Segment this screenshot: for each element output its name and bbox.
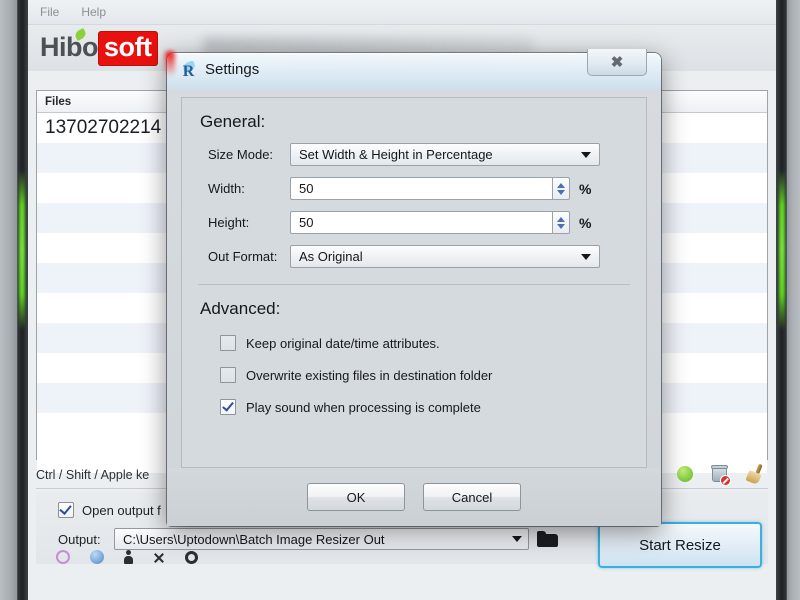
overwrite-label: Overwrite existing files in destination …	[246, 367, 493, 383]
logo-text-soft: soft	[99, 31, 157, 65]
app-r-icon-letter: R	[182, 62, 195, 80]
file-toolbar	[677, 460, 766, 488]
window-glow-left	[19, 170, 25, 330]
logo-text-hibo: Hibo	[40, 31, 99, 62]
open-output-checkbox[interactable]	[58, 502, 74, 518]
menu-item-file[interactable]: File	[40, 3, 71, 21]
width-input[interactable]: 50	[290, 177, 552, 200]
width-unit: %	[579, 180, 592, 197]
circle-blue-icon[interactable]	[90, 550, 104, 564]
height-input[interactable]: 50	[290, 211, 552, 234]
height-label: Height:	[208, 215, 250, 230]
desktop-left-edge	[0, 0, 18, 600]
desktop-right-edge	[786, 0, 800, 600]
start-resize-button[interactable]: Start Resize	[598, 522, 762, 568]
out-format-value: As Original	[299, 249, 363, 264]
settings-panel: General: Size Mode: Set Width & Height i…	[181, 97, 647, 468]
height-spinner[interactable]	[552, 211, 570, 234]
out-format-label: Out Format:	[208, 249, 278, 264]
add-green-icon[interactable]	[677, 466, 693, 482]
width-spinner[interactable]	[552, 177, 570, 200]
menu-item-help[interactable]: Help	[81, 3, 118, 21]
spinner-up-icon[interactable]	[557, 216, 565, 222]
out-format-row: Out Format: As Original	[208, 245, 646, 268]
width-label: Width:	[208, 181, 245, 196]
advanced-option-keep-dates[interactable]: Keep original date/time attributes.	[220, 335, 646, 351]
overwrite-checkbox[interactable]	[220, 367, 236, 383]
width-stepper[interactable]: 50	[290, 177, 570, 200]
screen: File Help Hibo soft Files 13702702214 Ct…	[0, 0, 800, 600]
play-sound-checkbox[interactable]	[220, 399, 236, 415]
advanced-heading: Advanced:	[200, 299, 281, 318]
size-mode-row: Size Mode: Set Width & Height in Percent…	[208, 143, 646, 166]
window-glow-right	[779, 170, 785, 330]
settings-dialog: R Settings ✖ General: Size Mode: Set Wid…	[165, 49, 661, 526]
spinner-down-icon[interactable]	[557, 223, 565, 229]
ok-button[interactable]: OK	[307, 483, 405, 511]
size-mode-select[interactable]: Set Width & Height in Percentage	[290, 143, 600, 166]
chevron-down-icon	[512, 536, 522, 542]
close-x-icon[interactable]	[153, 552, 165, 564]
person-icon[interactable]	[124, 550, 133, 564]
cancel-button[interactable]: Cancel	[423, 483, 521, 511]
section-divider	[198, 284, 630, 285]
deny-badge-icon	[720, 475, 731, 486]
settings-dialog-body: General: Size Mode: Set Width & Height i…	[167, 89, 661, 526]
size-mode-label: Size Mode:	[208, 147, 274, 162]
close-icon[interactable]: ✖	[587, 49, 647, 76]
menu-bar: File Help	[28, 0, 776, 25]
advanced-option-overwrite[interactable]: Overwrite existing files in destination …	[220, 367, 646, 383]
open-output-label: Open output f	[82, 502, 161, 518]
height-row: Height: 50 %	[208, 211, 646, 234]
width-row: Width: 50 %	[208, 177, 646, 200]
height-unit: %	[579, 214, 592, 231]
chevron-down-icon	[581, 253, 591, 260]
status-icon-row	[56, 540, 198, 564]
app-logo: Hibo soft	[40, 27, 157, 65]
general-heading: General:	[200, 112, 266, 131]
app-r-icon: R	[179, 62, 198, 81]
settings-dialog-footer: OK Cancel	[167, 468, 661, 526]
folder-icon[interactable]	[537, 530, 559, 548]
spinner-up-icon[interactable]	[557, 182, 565, 188]
keep-dates-checkbox[interactable]	[220, 335, 236, 351]
settings-dialog-title: Settings	[205, 61, 260, 78]
column-header-files: Files	[45, 95, 72, 108]
chevron-down-icon	[581, 151, 591, 158]
out-format-select[interactable]: As Original	[290, 245, 600, 268]
titlebar-red-accent	[165, 51, 175, 77]
play-sound-label: Play sound when processing is complete	[246, 399, 481, 415]
circle-outline-icon[interactable]	[56, 550, 70, 564]
height-stepper[interactable]: 50	[290, 211, 570, 234]
advanced-option-play-sound[interactable]: Play sound when processing is complete	[220, 399, 646, 415]
spinner-down-icon[interactable]	[557, 189, 565, 195]
trash-deny-icon[interactable]	[711, 465, 731, 486]
keep-dates-label: Keep original date/time attributes.	[246, 335, 440, 351]
size-mode-value: Set Width & Height in Percentage	[299, 147, 493, 162]
gear-icon[interactable]	[185, 551, 198, 564]
broom-icon[interactable]	[746, 464, 766, 484]
